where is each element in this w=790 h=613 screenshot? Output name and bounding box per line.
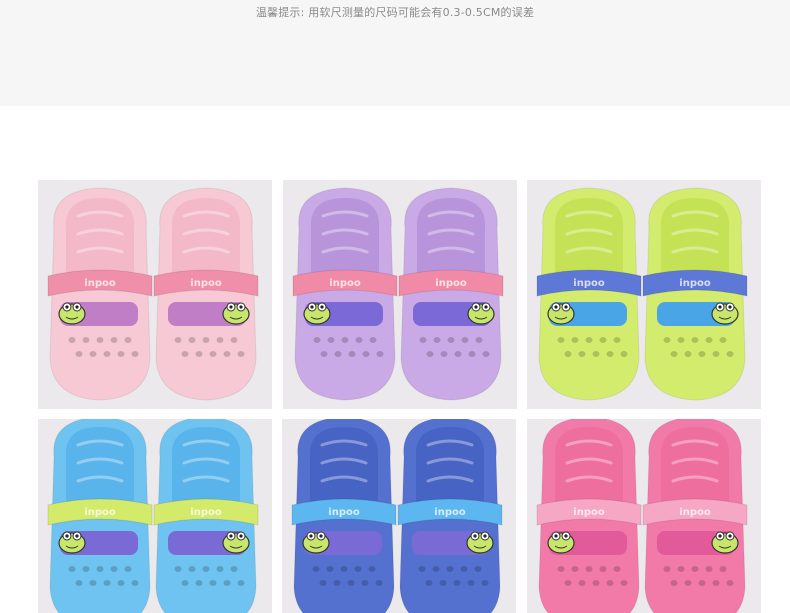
svg-text:inpoo: inpoo — [573, 507, 605, 518]
clog-illustration: inpoo inpoo — [38, 419, 272, 613]
svg-text:inpoo: inpoo — [84, 507, 116, 518]
svg-text:inpoo: inpoo — [190, 507, 222, 518]
svg-text:inpoo: inpoo — [679, 507, 711, 518]
product-gallery: inpoo inpoo inpoo inpoo inpoo inpoo inpoo in… — [0, 0, 790, 613]
clog-illustration: inpoo inpoo — [282, 419, 516, 613]
svg-text:inpoo: inpoo — [434, 507, 466, 518]
right-clog: inpoo — [398, 187, 504, 401]
svg-text:inpoo: inpoo — [435, 278, 467, 289]
clog-illustration: inpoo inpoo — [38, 180, 272, 409]
right-clog: inpoo — [642, 187, 748, 401]
svg-text:inpoo: inpoo — [84, 278, 116, 289]
product-image-hotpink[interactable]: inpoo inpoo — [527, 419, 761, 613]
left-clog: inpoo — [292, 187, 398, 401]
product-image-lavender[interactable]: inpoo inpoo — [283, 180, 517, 409]
clog-illustration: inpoo inpoo — [527, 419, 761, 613]
right-clog: inpoo — [153, 419, 259, 613]
svg-text:inpoo: inpoo — [679, 278, 711, 289]
clog-illustration: inpoo inpoo — [283, 180, 517, 409]
left-clog: inpoo — [291, 419, 397, 613]
product-image-lime[interactable]: inpoo inpoo — [527, 180, 761, 409]
product-image-royalblue[interactable]: inpoo inpoo — [282, 419, 516, 613]
left-clog: inpoo — [47, 187, 153, 401]
left-clog: inpoo — [47, 419, 153, 613]
svg-text:inpoo: inpoo — [328, 507, 360, 518]
left-clog: inpoo — [536, 419, 642, 613]
right-clog: inpoo — [642, 419, 748, 613]
svg-text:inpoo: inpoo — [329, 278, 361, 289]
product-image-pink[interactable]: inpoo inpoo — [38, 180, 272, 409]
right-clog: inpoo — [397, 419, 503, 613]
right-clog: inpoo — [153, 187, 259, 401]
left-clog: inpoo — [536, 187, 642, 401]
svg-text:inpoo: inpoo — [190, 278, 222, 289]
clog-illustration: inpoo inpoo — [527, 180, 761, 409]
svg-text:inpoo: inpoo — [573, 278, 605, 289]
product-image-skyblue[interactable]: inpoo inpoo — [38, 419, 272, 613]
